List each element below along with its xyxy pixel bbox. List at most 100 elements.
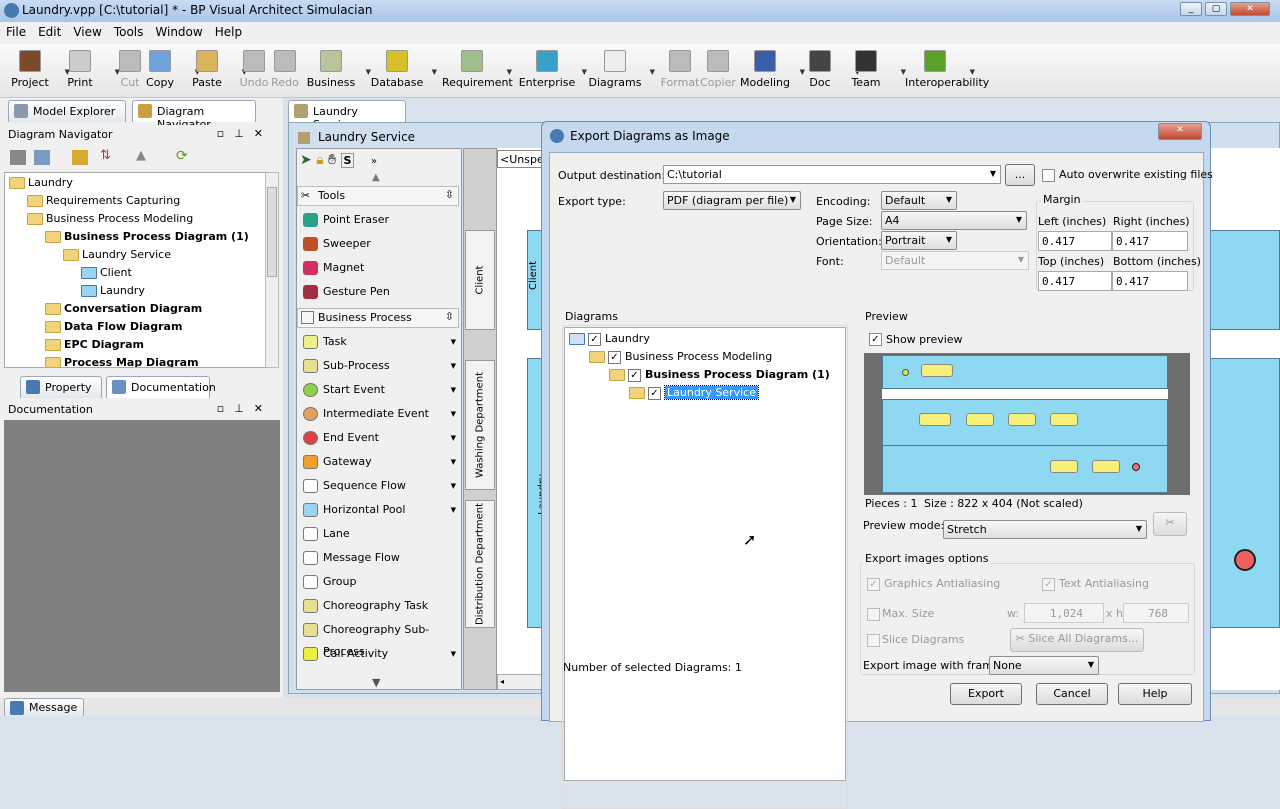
lane-washing[interactable]: Washing Department [465, 360, 495, 490]
chevron-down-icon[interactable]: ▼ [451, 475, 456, 497]
chevron-down-icon[interactable]: ▼ [451, 331, 456, 353]
tab-laundry-service[interactable]: Laundry Service [288, 100, 406, 131]
tree-item[interactable]: Data Flow Diagram [45, 318, 182, 335]
tree-item[interactable]: Laundry [9, 174, 73, 191]
chevron-down-icon[interactable]: ▼ [451, 379, 456, 401]
folder-icon[interactable] [72, 150, 88, 165]
tab-model-explorer[interactable]: Model Explorer [8, 100, 126, 122]
cancel-button[interactable]: Cancel [1036, 683, 1108, 705]
toolbar-requirement-button[interactable]: Requirement ▼ [442, 48, 513, 89]
scroll-up-icon[interactable]: ▲ [372, 172, 380, 183]
slice-diagrams-checkbox[interactable] [867, 634, 880, 647]
palette-tools-header[interactable]: ✂ Tools ⇳ [297, 186, 459, 206]
preview-mode-select[interactable]: Stretch ▼ [943, 520, 1147, 539]
diagram-tree-item[interactable]: ✓ Laundry [569, 330, 650, 347]
new-diagram-icon[interactable] [34, 150, 50, 165]
palette-bp-item[interactable]: Lane [300, 523, 458, 545]
text-antialiasing-checkbox[interactable]: ✓ [1042, 578, 1055, 591]
tree-scrollbar[interactable] [265, 172, 279, 368]
menu-view[interactable]: View [67, 22, 107, 39]
panel-controls[interactable]: ▫⊥✕ [217, 402, 273, 415]
lane-distribution[interactable]: Distribution Department [465, 500, 495, 628]
palette-tool-item[interactable]: Magnet [300, 257, 458, 279]
chevron-down-icon[interactable]: ▼ [451, 403, 456, 425]
menu-file[interactable]: File [0, 22, 32, 39]
tree-item[interactable]: Laundry Service [63, 246, 171, 263]
font-select[interactable]: Default ▼ [881, 251, 1029, 270]
chevron-down-icon[interactable]: ▼ [507, 68, 512, 76]
panel-controls[interactable]: ▫⊥✕ [217, 127, 273, 140]
tree-item[interactable]: Process Map Diagram [45, 354, 199, 367]
chevron-down-icon[interactable]: ▼ [451, 451, 456, 473]
diagram-tree-item[interactable]: ✓ Laundry Service [629, 384, 759, 401]
scroll-down-icon[interactable]: ▼ [372, 676, 380, 689]
refresh-icon[interactable]: ⟳ [176, 148, 188, 164]
s-icon[interactable]: S [340, 153, 355, 168]
toolbar-team-button[interactable]: Team ▼ [836, 48, 906, 89]
lane-client[interactable]: Client [465, 230, 495, 330]
tab-property[interactable]: Property [20, 376, 102, 398]
slice-all-button[interactable]: ✂ Slice All Diagrams... [1010, 628, 1144, 652]
palette-bp-item[interactable]: Sequence Flow ▼ [300, 475, 458, 497]
max-size-checkbox[interactable] [867, 608, 880, 621]
dialog-close-button[interactable]: ✕ [1158, 123, 1202, 140]
chevron-down-icon[interactable]: ▼ [451, 499, 456, 521]
palette-bp-item[interactable]: End Event ▼ [300, 427, 458, 449]
menu-edit[interactable]: Edit [32, 22, 67, 39]
toolbar-modeling-button[interactable]: Modeling ▼ [735, 48, 805, 89]
menu-window[interactable]: Window [149, 22, 208, 39]
palette-tool-item[interactable]: Gesture Pen [300, 281, 458, 303]
tree-item[interactable]: EPC Diagram [45, 336, 144, 353]
page-size-select[interactable]: A4 ▼ [881, 211, 1027, 230]
tree-item[interactable]: Client [81, 264, 132, 281]
palette-bp-item[interactable]: Intermediate Event ▼ [300, 403, 458, 425]
palette-bp-item[interactable]: Group [300, 571, 458, 593]
pointer-icon[interactable]: ➤ [300, 152, 312, 168]
left-margin-field[interactable]: 0.417 [1038, 231, 1112, 251]
export-type-select[interactable]: PDF (diagram per file) ▼ [663, 191, 801, 210]
minimize-button[interactable]: _ [1180, 2, 1202, 16]
tree-item[interactable]: Requirements Capturing [27, 192, 180, 209]
show-preview-checkbox[interactable]: ✓ [869, 333, 882, 346]
hand-icon[interactable]: ✋︎ [328, 152, 336, 168]
palette-bp-item[interactable]: Sub-Process ▼ [300, 355, 458, 377]
frame-select[interactable]: None ▼ [989, 656, 1099, 675]
orientation-select[interactable]: Portrait ▼ [881, 231, 957, 250]
export-button[interactable]: Export [950, 683, 1022, 705]
graphics-antialiasing-checkbox[interactable]: ✓ [867, 578, 880, 591]
palette-bp-item[interactable]: Call Activity ▼ [300, 643, 458, 665]
toolbar-enterprise-button[interactable]: Enterprise ▼ [517, 48, 587, 89]
lock-icon[interactable]: 🔒︎ [316, 152, 323, 168]
palette-bp-item[interactable]: Start Event ▼ [300, 379, 458, 401]
auto-overwrite-checkbox[interactable] [1042, 169, 1055, 182]
tab-diagram-navigator[interactable]: Diagram Navigator [132, 100, 256, 131]
chevron-down-icon[interactable]: ▼ [451, 427, 456, 449]
more-icon[interactable]: » [371, 156, 377, 167]
right-margin-field[interactable]: 0.417 [1112, 231, 1188, 251]
palette-tool-item[interactable]: Sweeper [300, 233, 458, 255]
top-margin-field[interactable]: 0.417 [1038, 271, 1112, 291]
browse-button[interactable]: ... [1005, 164, 1035, 186]
encoding-select[interactable]: Default ▼ [881, 191, 957, 210]
tab-message[interactable]: Message [4, 698, 84, 716]
palette-bp-item[interactable]: Choreography Sub-Process [300, 619, 458, 658]
diagram-tree-item[interactable]: ✓ Business Process Diagram (1) [609, 366, 830, 383]
width-spinner[interactable]: 1,024 [1024, 603, 1104, 623]
chevron-down-icon[interactable]: ▼ [451, 355, 456, 377]
maximize-button[interactable]: ▢ [1205, 2, 1227, 16]
tree-item[interactable]: Conversation Diagram [45, 300, 202, 317]
documentation-area[interactable] [4, 420, 280, 692]
diagram-checkbox[interactable]: ✓ [588, 332, 601, 346]
palette-bp-header[interactable]: Business Process ⇳ [297, 308, 459, 328]
up-icon[interactable]: ▲ [136, 148, 146, 163]
toolbar-business-button[interactable]: Business ▼ [301, 48, 371, 89]
diagram-checkbox[interactable]: ✓ [648, 386, 661, 400]
toolbar-icon[interactable] [10, 150, 26, 165]
collapse-icon[interactable]: ⇳ [445, 188, 454, 201]
toolbar-database-button[interactable]: Database ▼ [367, 48, 437, 89]
palette-bp-item[interactable]: Task ▼ [300, 331, 458, 353]
palette-bp-item[interactable]: Gateway ▼ [300, 451, 458, 473]
toolbar-diagrams-button[interactable]: Diagrams ▼ [585, 48, 655, 89]
tree-item[interactable]: Business Process Diagram (1) [45, 228, 249, 245]
tab-documentation[interactable]: Documentation [106, 376, 216, 398]
